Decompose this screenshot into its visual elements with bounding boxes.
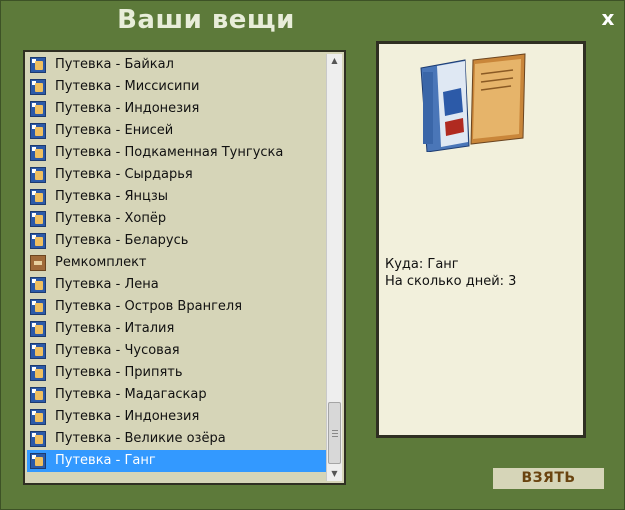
window-title: Ваши вещи xyxy=(117,5,295,35)
list-item-label: Путевка - Байкал xyxy=(55,57,174,72)
voucher-icon xyxy=(30,145,46,161)
list-item[interactable]: Путевка - Хопёр xyxy=(27,208,329,230)
list-item[interactable]: Путевка - Италия xyxy=(27,318,329,340)
list-item-label: Путевка - Великие озёра xyxy=(55,431,226,446)
list-item-label: Путевка - Беларусь xyxy=(55,233,189,248)
voucher-icon xyxy=(30,123,46,139)
list-item[interactable]: Путевка - Беларусь xyxy=(27,230,329,252)
list-scrollbar[interactable]: ▲ ▼ xyxy=(326,54,342,481)
list-item[interactable]: Путевка - Янцзы xyxy=(27,186,329,208)
list-item-label: Путевка - Остров Врангеля xyxy=(55,299,243,314)
grip-line xyxy=(332,433,338,434)
list-item[interactable]: Путевка - Подкаменная Тунгуска xyxy=(27,142,329,164)
items-list-panel: Путевка - Байкал Путевка - Миссисипи Путев… xyxy=(23,50,346,485)
list-item[interactable]: Путевка - Сырдарья xyxy=(27,164,329,186)
list-item-label: Путевка - Индонезия xyxy=(55,101,200,116)
list-item[interactable]: Путевка - Лена xyxy=(27,274,329,296)
list-item[interactable]: Путевка - Припять xyxy=(27,362,329,384)
list-item-label: Путевка - Ганг xyxy=(55,453,156,468)
list-item-label: Путевка - Мадагаскар xyxy=(55,387,207,402)
list-item[interactable]: Путевка - Индонезия xyxy=(27,98,329,120)
list-item[interactable]: Ремкомплект xyxy=(27,252,329,274)
destination-text: Куда: Ганг xyxy=(385,257,459,272)
grip-line xyxy=(332,430,338,431)
list-item-label: Путевка - Индонезия xyxy=(55,409,200,424)
list-item-label: Путевка - Чусовая xyxy=(55,343,180,358)
list-item[interactable]: Путевка - Индонезия xyxy=(27,406,329,428)
item-detail-panel: Куда: Ганг На сколько дней: 3 xyxy=(376,41,586,438)
list-item-label: Путевка - Енисей xyxy=(55,123,174,138)
list-item-label: Путевка - Миссисипи xyxy=(55,79,200,94)
voucher-icon xyxy=(30,387,46,403)
travel-brochure-image xyxy=(413,52,533,153)
list-item[interactable]: Путевка - Ганг xyxy=(27,450,329,472)
voucher-icon xyxy=(30,299,46,315)
voucher-icon xyxy=(30,211,46,227)
voucher-icon xyxy=(30,321,46,337)
list-item-label: Путевка - Италия xyxy=(55,321,175,336)
list-item[interactable]: Путевка - Байкал xyxy=(27,54,329,76)
list-item-label: Ремкомплект xyxy=(55,255,147,270)
voucher-icon xyxy=(30,343,46,359)
voucher-icon xyxy=(30,101,46,117)
scroll-thumb[interactable] xyxy=(328,402,341,464)
repair-kit-icon xyxy=(30,255,46,271)
list-item[interactable]: Путевка - Мадагаскар xyxy=(27,384,329,406)
days-text: На сколько дней: 3 xyxy=(385,274,517,289)
list-item-label: Путевка - Сырдарья xyxy=(55,167,193,182)
scroll-up-arrow-icon[interactable]: ▲ xyxy=(327,54,342,68)
list-item[interactable]: Путевка - Великие озёра xyxy=(27,428,329,450)
voucher-icon xyxy=(30,57,46,73)
list-item-label: Путевка - Припять xyxy=(55,365,183,380)
grip-line xyxy=(332,436,338,437)
take-button[interactable]: ВЗЯТЬ xyxy=(493,468,604,489)
voucher-icon xyxy=(30,79,46,95)
voucher-icon xyxy=(30,431,46,447)
list-item-label: Путевка - Подкаменная Тунгуска xyxy=(55,145,284,160)
item-info: Куда: Ганг На сколько дней: 3 xyxy=(385,256,516,290)
list-item-label: Путевка - Янцзы xyxy=(55,189,169,204)
inventory-window: Ваши вещи x Путевка - Байкал Путевка - Ми… xyxy=(0,0,625,510)
voucher-icon xyxy=(30,167,46,183)
list-item[interactable]: Путевка - Чусовая xyxy=(27,340,329,362)
voucher-icon xyxy=(30,277,46,293)
list-item-label: Путевка - Лена xyxy=(55,277,159,292)
voucher-icon xyxy=(30,233,46,249)
list-item[interactable]: Путевка - Миссисипи xyxy=(27,76,329,98)
close-button[interactable]: x xyxy=(597,7,619,29)
list-item-label: Путевка - Хопёр xyxy=(55,211,167,226)
voucher-icon xyxy=(30,365,46,381)
list-item[interactable]: Путевка - Остров Врангеля xyxy=(27,296,329,318)
voucher-icon xyxy=(30,189,46,205)
scroll-down-arrow-icon[interactable]: ▼ xyxy=(327,467,342,481)
voucher-icon xyxy=(30,453,46,469)
list-item[interactable]: Путевка - Енисей xyxy=(27,120,329,142)
items-list[interactable]: Путевка - Байкал Путевка - Миссисипи Путев… xyxy=(27,54,329,481)
voucher-icon xyxy=(30,409,46,425)
